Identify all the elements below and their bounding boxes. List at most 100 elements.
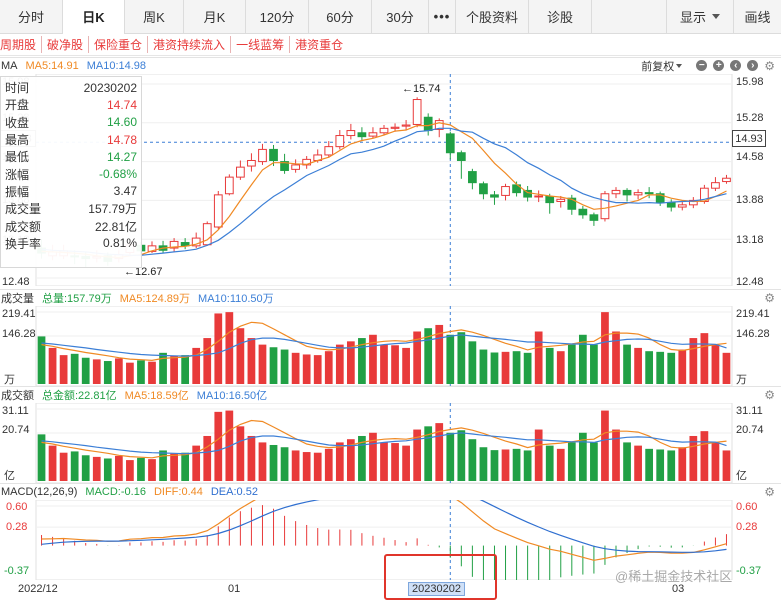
volume-bar [48, 445, 57, 481]
volume-bar [534, 331, 543, 384]
volume-bar [678, 447, 687, 481]
amount-panel-header: 成交额 总金额:22.81亿 MA5:18.59亿 MA10:16.50亿 ⚙ [0, 386, 781, 402]
volume-bar [601, 312, 609, 384]
volume-bar [512, 448, 521, 481]
volume-unit-right: 万 [736, 374, 747, 386]
tag-cyclical[interactable]: 周期股 [0, 36, 41, 53]
volume-bar [70, 353, 79, 384]
more-tabs-button[interactable]: ••• [429, 0, 456, 34]
tab-stock-profile[interactable]: 个股资料 [456, 0, 529, 34]
volume-bar [468, 341, 477, 384]
volume-bar [380, 344, 388, 384]
volume-bar [689, 338, 698, 384]
candle-body [401, 124, 411, 127]
tag-bluechip[interactable]: 一线蓝筹 [230, 36, 289, 53]
volume-bar [81, 357, 90, 384]
volume-bar [92, 359, 101, 384]
info-key: 时间 [5, 81, 30, 96]
volume-tick-left-1: 146.28 [2, 328, 36, 340]
price-tick-right-5: 12.48 [736, 276, 764, 288]
volume-bar [590, 344, 598, 384]
scroll-left-icon[interactable]: ‹ [730, 60, 742, 71]
amount-chart[interactable] [0, 403, 781, 483]
volume-bar [479, 349, 488, 384]
candle-body [677, 204, 687, 208]
scroll-right-icon[interactable]: › [747, 60, 759, 71]
volume-bar [92, 456, 101, 481]
tab-weekly-k[interactable]: 周K [125, 0, 184, 34]
candle-body [600, 193, 610, 220]
candle-body [445, 133, 455, 154]
price-tick-right-4: 13.18 [736, 234, 764, 246]
tag-hk-holding[interactable]: 港资重仓 [289, 36, 348, 53]
volume-bar [601, 410, 609, 481]
info-row: 成交量 157.79万 [5, 200, 137, 217]
candle-body [379, 127, 389, 134]
volume-bar [48, 347, 57, 384]
concept-tag-bar: 周期股 破净股 保险重仓 港资持续流入 一线蓝筹 港资重仓 [0, 34, 781, 56]
candle-body [711, 182, 720, 189]
draw-line-button[interactable]: 画线 [733, 0, 781, 34]
volume-bar [148, 459, 156, 481]
candle-body [468, 171, 477, 184]
diff-value: DIFF:0.44 [153, 485, 203, 498]
gear-icon[interactable]: ⚙ [764, 292, 775, 304]
gear-icon[interactable]: ⚙ [764, 60, 775, 72]
info-row: 收盘 14.60 [5, 114, 137, 131]
volume-bar [324, 448, 333, 481]
gear-icon[interactable]: ⚙ [764, 486, 775, 498]
volume-chart[interactable] [0, 306, 781, 386]
volume-bar [612, 331, 620, 384]
volume-bar [103, 458, 112, 481]
adjust-dropdown[interactable]: 前复权 [641, 58, 686, 74]
volume-bar [402, 347, 410, 384]
info-key: 最低 [5, 150, 30, 165]
candle-body [479, 183, 488, 195]
tab-intraday[interactable]: 分时 [0, 0, 63, 34]
amount-ma5: MA5:18.59亿 [124, 389, 189, 402]
tab-120min[interactable]: 120分 [246, 0, 309, 34]
tag-below-book[interactable]: 破净股 [41, 36, 88, 53]
volume-bar [567, 344, 576, 384]
candle-body [545, 196, 555, 204]
volume-bar [645, 448, 654, 481]
tag-insurance-holding[interactable]: 保险重仓 [88, 36, 147, 53]
candle-body [534, 195, 544, 198]
volume-bar [711, 344, 720, 384]
info-key: 换手率 [5, 236, 42, 251]
info-key: 成交量 [5, 202, 42, 217]
tab-monthly-k[interactable]: 月K [184, 0, 246, 34]
volume-bar [236, 328, 245, 384]
tag-hk-inflow[interactable]: 港资持续流入 [147, 36, 230, 53]
tab-daily-k[interactable]: 日K [63, 0, 125, 34]
volume-bar [700, 333, 709, 384]
price-tick-right-1: 15.28 [736, 112, 764, 124]
gear-icon[interactable]: ⚙ [764, 389, 775, 401]
display-dropdown[interactable]: 显示 [666, 0, 733, 34]
chevron-down-icon [712, 14, 720, 19]
volume-bar [181, 355, 190, 384]
volume-bar [81, 455, 90, 481]
candle-body [247, 159, 256, 167]
info-key: 收盘 [5, 115, 30, 130]
tab-60min[interactable]: 60分 [309, 0, 372, 34]
macd-tick-right-2: -0.37 [736, 565, 762, 577]
candle-body [722, 177, 731, 183]
volume-bar [590, 442, 598, 481]
period-tab-bar: 分时 日K 周K 月K 120分 60分 30分 ••• 个股资料 诊股 显示 … [0, 0, 781, 34]
info-value: 14.74 [106, 97, 137, 112]
zoom-out-icon[interactable]: − [696, 60, 708, 71]
volume-bar [534, 429, 543, 481]
macd-panel-name: MACD(12,26,9) [1, 485, 78, 498]
volume-bar [103, 361, 112, 384]
volume-bar [402, 445, 410, 481]
tab-diagnosis[interactable]: 诊股 [529, 0, 592, 34]
amount-tick-right-1: 20.74 [736, 424, 764, 436]
tab-30min[interactable]: 30分 [372, 0, 429, 34]
volume-bar [203, 338, 212, 384]
info-value: 22.81亿 [94, 219, 137, 234]
volume-bar [512, 351, 521, 384]
volume-bar [291, 352, 300, 384]
zoom-in-icon[interactable]: + [713, 60, 725, 71]
volume-bar [126, 362, 134, 384]
